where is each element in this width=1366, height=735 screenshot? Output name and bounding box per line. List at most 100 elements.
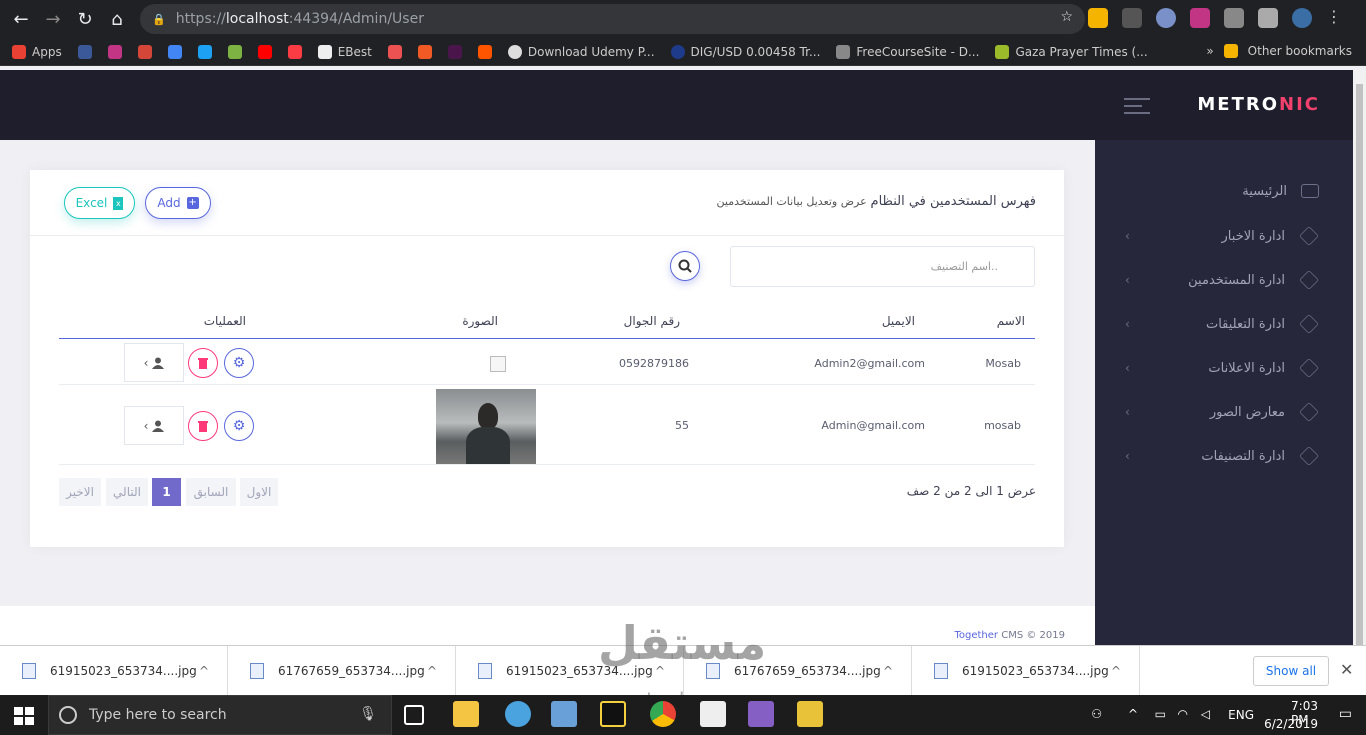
reload-icon[interactable]: ↻ xyxy=(70,4,100,34)
slack-icon[interactable] xyxy=(447,44,462,59)
download-icon[interactable] xyxy=(227,44,242,59)
logo[interactable]: METRONIC xyxy=(1197,94,1320,115)
bookmark-apps[interactable]: Apps xyxy=(12,44,62,59)
add-button[interactable]: Add + xyxy=(145,187,211,219)
twitter-icon[interactable] xyxy=(197,44,212,59)
extension-icon[interactable] xyxy=(1156,8,1176,28)
search-input[interactable]: اسم التصنيف.. xyxy=(730,246,1035,287)
bookmark-freecoursesite[interactable]: FreeCourseSite - D... xyxy=(836,44,979,59)
address-bar[interactable]: 🔒 https://localhost:44394/Admin/User ☆ xyxy=(140,4,1085,34)
more-bookmarks-icon[interactable]: » xyxy=(1206,44,1213,58)
wifi-icon[interactable]: ◠ xyxy=(1178,707,1188,721)
sticky-notes-icon[interactable] xyxy=(600,701,626,727)
language-indicator[interactable]: ENG xyxy=(1228,708,1254,722)
microphone-icon[interactable]: 🎙 xyxy=(359,706,377,722)
trash-icon xyxy=(198,421,208,432)
sidebar-item-comments[interactable]: ‹ ادارة التعليقات xyxy=(1095,306,1353,342)
extension-icon[interactable] xyxy=(1224,8,1244,28)
scrollbar-thumb[interactable] xyxy=(1356,84,1363,684)
sidebar-item-galleries[interactable]: ‹ معارض الصور xyxy=(1095,394,1353,430)
download-item[interactable]: 61767659_653734....jpg ^ xyxy=(228,646,456,696)
home-icon[interactable]: ⌂ xyxy=(102,4,132,34)
settings-button[interactable]: ⚙ xyxy=(224,348,254,378)
column-header-name[interactable]: الاسم xyxy=(997,314,1025,328)
udemy-icon[interactable] xyxy=(387,44,402,59)
excel-export-button[interactable]: Excel x xyxy=(64,187,135,219)
bookmark-label: Gaza Prayer Times (... xyxy=(1015,44,1148,59)
volume-icon[interactable]: ◁ xyxy=(1201,707,1210,721)
task-view-icon[interactable] xyxy=(404,705,424,725)
mail-icon[interactable] xyxy=(700,701,726,727)
bookmark-ebest[interactable]: EBest xyxy=(317,44,372,59)
translate-icon[interactable] xyxy=(167,44,182,59)
download-item[interactable]: 61915023_653734....jpg ^ xyxy=(0,646,228,696)
delete-button[interactable] xyxy=(188,348,218,378)
column-header-image[interactable]: الصورة xyxy=(462,314,498,328)
chrome-icon[interactable] xyxy=(650,701,676,727)
column-header-email[interactable]: الايميل xyxy=(882,314,915,328)
sidebar-item-news[interactable]: ‹ ادارة الاخبار xyxy=(1095,218,1353,254)
sidebar-item-ads[interactable]: ‹ ادارة الاعلانات xyxy=(1095,350,1353,386)
instagram-icon[interactable] xyxy=(107,44,122,59)
visual-studio-icon[interactable] xyxy=(748,701,774,727)
download-item[interactable]: 61915023_653734....jpg ^ xyxy=(912,646,1140,696)
extension-icon[interactable] xyxy=(1088,8,1108,28)
sidebar-item-home[interactable]: الرئيسية xyxy=(1095,173,1353,209)
bookmark-udemy-download[interactable]: Download Udemy P... xyxy=(507,44,655,59)
search-button[interactable] xyxy=(670,251,700,281)
profile-avatar[interactable] xyxy=(1292,8,1312,28)
lock-icon: 🔒 xyxy=(152,12,166,26)
settings-button[interactable]: ⚙ xyxy=(224,411,254,441)
paint-icon[interactable] xyxy=(505,701,531,727)
delete-button[interactable] xyxy=(188,411,218,441)
back-arrow-icon[interactable]: ← xyxy=(6,4,36,34)
sql-server-icon[interactable] xyxy=(797,701,823,727)
people-icon[interactable]: ⚇ xyxy=(1091,707,1102,721)
gmail-icon[interactable] xyxy=(137,44,152,59)
bookmark-label: Download Udemy P... xyxy=(527,44,655,59)
bookmark-icon[interactable] xyxy=(417,44,432,59)
chevron-up-icon[interactable]: ^ xyxy=(427,664,437,678)
pagination-prev[interactable]: السابق xyxy=(186,478,236,506)
pagination-first[interactable]: الاول xyxy=(240,478,278,506)
chevron-up-icon[interactable]: ^ xyxy=(199,664,209,678)
menu-toggle-icon[interactable] xyxy=(1124,98,1150,119)
star-icon[interactable]: ☆ xyxy=(1060,9,1073,25)
pen-icon[interactable] xyxy=(1122,8,1142,28)
notifications-icon[interactable]: ▭ xyxy=(1339,706,1352,722)
pagination-last[interactable]: الاخير xyxy=(59,478,101,506)
clock-date[interactable]: 6/2/2019 xyxy=(1264,717,1318,731)
battery-icon[interactable]: ▭ xyxy=(1155,707,1166,721)
windows-start-icon[interactable] xyxy=(14,707,34,725)
facebook-icon[interactable] xyxy=(77,44,92,59)
pagination-next[interactable]: التالي xyxy=(106,478,148,506)
user-roles-button[interactable]: ‹ xyxy=(124,406,184,445)
music-icon[interactable] xyxy=(287,44,302,59)
sidebar-item-categories[interactable]: ‹ ادارة التصنيفات xyxy=(1095,438,1353,474)
youtube-icon[interactable] xyxy=(257,44,272,59)
notepad-icon[interactable] xyxy=(551,701,577,727)
more-menu-icon[interactable]: ⋮ xyxy=(1326,8,1342,28)
bookmark-dig-usd[interactable]: DIG/USD 0.00458 Tr... xyxy=(670,44,820,59)
sidebar-item-users[interactable]: ‹ ادارة المستخدمين xyxy=(1095,262,1353,298)
taskbar-search[interactable]: Type here to search 🎙 xyxy=(48,695,392,735)
user-roles-button[interactable]: ‹ xyxy=(124,343,184,382)
show-all-downloads-button[interactable]: Show all xyxy=(1253,656,1329,686)
column-header-phone[interactable]: رقم الجوال xyxy=(624,314,680,328)
page-scrollbar[interactable] xyxy=(1353,70,1366,684)
footer-link[interactable]: Together xyxy=(954,630,998,641)
extension-icon[interactable] xyxy=(1258,8,1278,28)
chevron-up-icon[interactable]: ^ xyxy=(1128,707,1138,721)
instagram-icon[interactable] xyxy=(1190,8,1210,28)
close-icon[interactable]: ✕ xyxy=(1340,660,1353,679)
forward-arrow-icon[interactable]: → xyxy=(38,4,68,34)
column-header-actions[interactable]: العمليات xyxy=(204,314,246,328)
chevron-up-icon[interactable]: ^ xyxy=(883,664,893,678)
other-bookmarks[interactable]: Other bookmarks xyxy=(1248,44,1352,58)
bookmark-gaza-prayer[interactable]: Gaza Prayer Times (... xyxy=(995,44,1148,59)
pagination-page-1[interactable]: 1 xyxy=(152,478,181,506)
file-explorer-icon[interactable] xyxy=(453,701,479,727)
chevron-up-icon[interactable]: ^ xyxy=(1111,664,1121,678)
app-header: METRONIC xyxy=(0,70,1366,140)
soundcloud-icon[interactable] xyxy=(477,44,492,59)
